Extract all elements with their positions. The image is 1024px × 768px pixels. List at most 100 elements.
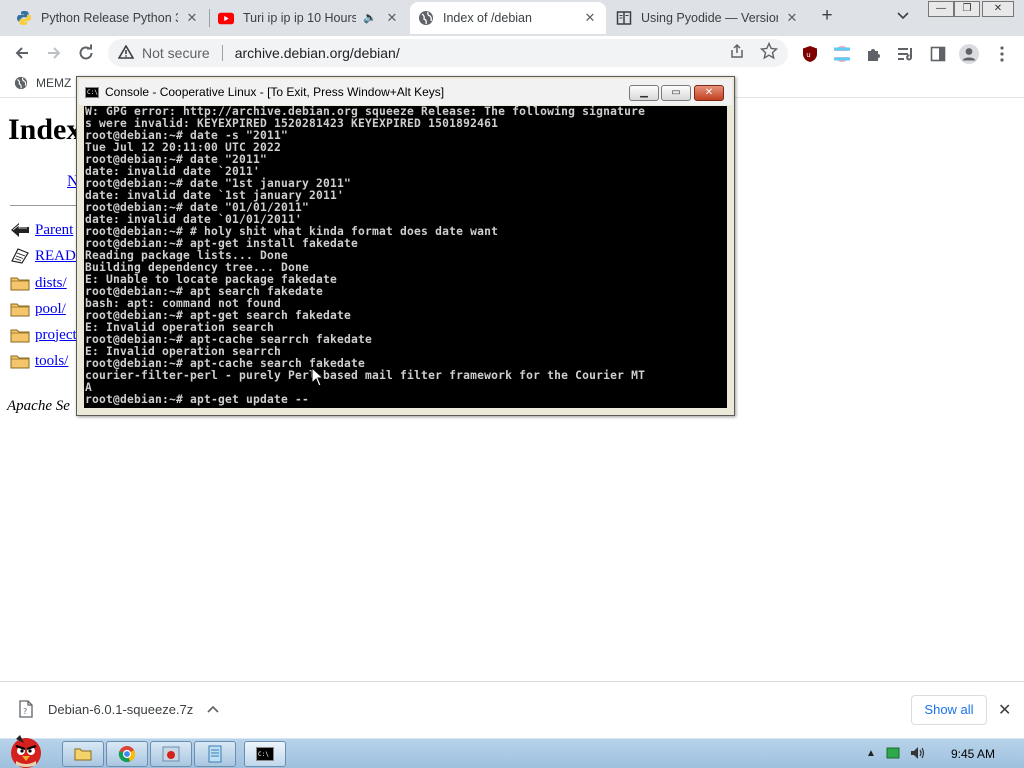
speaker-icon[interactable]: 🔈: [362, 10, 378, 26]
chrome-icon: [118, 746, 136, 763]
pool-link[interactable]: pool/: [35, 301, 66, 318]
list-item: project/: [10, 326, 81, 344]
project-link[interactable]: project/: [35, 327, 81, 344]
address-bar[interactable]: Not secure archive.debian.org/debian/: [108, 39, 788, 67]
bookmark-label: MEMZ: [36, 76, 72, 90]
download-item[interactable]: ? Debian-6.0.1-squeeze.7z: [18, 700, 219, 718]
tab-label: Using Pyodide — Version: [641, 11, 778, 25]
taskbar-notepad[interactable]: [194, 741, 236, 767]
parent-directory-link[interactable]: Parent: [35, 222, 73, 239]
dists-link[interactable]: dists/: [35, 275, 67, 292]
terminal-line: root@debian:~# apt-get update --: [85, 393, 310, 406]
globe-icon: [14, 76, 28, 90]
security-label[interactable]: Not secure: [142, 45, 210, 61]
tab-strip: Python Release Python 3. ✕ Turi ip ip ip…: [0, 0, 1024, 36]
reload-icon: [79, 44, 93, 60]
close-tab-icon[interactable]: ✕: [582, 10, 598, 26]
list-item: Parent: [10, 221, 73, 239]
tab-python-release[interactable]: Python Release Python 3. ✕: [8, 2, 208, 34]
kebab-menu-icon[interactable]: [992, 44, 1012, 64]
console-icon: C:\: [256, 747, 274, 761]
profile-avatar-icon[interactable]: [958, 43, 980, 65]
list-item: tools/: [10, 352, 68, 370]
tab-label: Python Release Python 3.: [41, 11, 178, 25]
extensions-puzzle-icon[interactable]: [864, 44, 884, 64]
minimize-window-button[interactable]: —: [928, 1, 954, 17]
close-tab-icon[interactable]: ✕: [784, 10, 800, 26]
python-icon: [16, 10, 32, 26]
tools-link[interactable]: tools/: [35, 353, 68, 370]
taskbar-chrome[interactable]: [106, 741, 148, 767]
media-control-icon[interactable]: [896, 44, 916, 64]
taskbar-clock[interactable]: 9:45 AM: [951, 747, 995, 761]
bookmark-memz[interactable]: MEMZ: [14, 76, 71, 90]
horizontal-rule: [10, 205, 80, 206]
folder-icon: [10, 303, 30, 317]
tab-label: Index of /debian: [443, 11, 532, 25]
notepad-icon: [208, 745, 222, 763]
pride-extension-icon[interactable]: [832, 44, 852, 64]
tab-index-of-debian[interactable]: Index of /debian ✕: [410, 2, 606, 34]
taskbar-explorer[interactable]: [62, 741, 104, 767]
divider: [221, 45, 223, 61]
forward-arrow-icon: [48, 47, 61, 59]
back-button[interactable]: [10, 41, 34, 65]
start-button[interactable]: [2, 731, 50, 768]
terminal-line: courier-filter-perl - purely Perl-based …: [85, 369, 646, 382]
console-window[interactable]: C:\ Console - Cooperative Linux - [To Ex…: [76, 76, 735, 416]
chevron-down-icon[interactable]: [896, 8, 914, 26]
list-item: pool/: [10, 300, 66, 318]
url-text[interactable]: archive.debian.org/debian/: [235, 45, 400, 61]
close-tab-icon[interactable]: ✕: [184, 10, 200, 26]
folder-icon: [10, 355, 30, 369]
side-panel-icon[interactable]: [928, 44, 948, 64]
svg-text:C:\: C:\: [258, 751, 269, 758]
reload-button[interactable]: [74, 41, 98, 65]
folder-icon: [10, 277, 30, 291]
angry-bird-icon: [11, 735, 41, 768]
download-bar: ? Debian-6.0.1-squeeze.7z Show all ✕: [0, 681, 1024, 738]
bookmark-star-icon[interactable]: [760, 42, 778, 60]
close-tab-icon[interactable]: ✕: [384, 10, 400, 26]
chevron-up-icon[interactable]: [207, 702, 219, 716]
console-app-icon: C:\: [85, 86, 99, 98]
maximize-window-button[interactable]: ❐: [954, 1, 980, 17]
battery-icon[interactable]: [886, 747, 900, 759]
share-icon[interactable]: [728, 42, 746, 60]
forward-button[interactable]: [42, 41, 66, 65]
taskbar-console[interactable]: C:\: [244, 741, 286, 767]
bird-app-icon: [162, 746, 180, 762]
youtube-icon: [218, 10, 234, 26]
svg-text:?: ?: [23, 707, 27, 716]
system-tray: ▲: [866, 746, 926, 760]
new-tab-button[interactable]: +: [816, 6, 838, 28]
show-all-downloads-button[interactable]: Show all: [911, 695, 987, 725]
list-item: dists/: [10, 274, 67, 292]
tab-label: Turi ip ip ip 10 Hours: [243, 11, 356, 25]
terminal-output[interactable]: W: GPG error: http://archive.debian.org …: [84, 106, 727, 408]
globe-icon: [418, 10, 434, 26]
warning-icon[interactable]: [117, 43, 136, 62]
taskbar-app-3[interactable]: [150, 741, 192, 767]
ublock-icon[interactable]: u: [800, 44, 820, 64]
mouse-cursor-icon: [311, 367, 325, 387]
console-maximize-button[interactable]: ▭: [661, 85, 691, 101]
close-window-button[interactable]: ✕: [982, 1, 1014, 17]
console-title: Console - Cooperative Linux - [To Exit, …: [105, 85, 445, 99]
folder-icon: [74, 748, 92, 761]
back-arrow-icon: [15, 47, 28, 59]
console-close-button[interactable]: ✕: [694, 85, 724, 101]
file-icon: ?: [19, 700, 33, 718]
back-arrow-icon: [11, 223, 29, 237]
tray-expand-icon[interactable]: ▲: [866, 748, 876, 759]
tab-youtube[interactable]: Turi ip ip ip 10 Hours 🔈 ✕: [210, 2, 408, 34]
text-file-icon: [11, 248, 29, 264]
volume-icon[interactable]: [910, 746, 926, 760]
taskbar: C:\ ▲ 9:45 AM: [0, 735, 1024, 768]
download-filename: Debian-6.0.1-squeeze.7z: [48, 701, 194, 717]
close-download-bar-icon[interactable]: ✕: [998, 700, 1011, 720]
console-minimize-button[interactable]: ▁: [629, 85, 659, 101]
server-signature: Apache Se: [7, 398, 70, 414]
tab-using-pyodide[interactable]: Using Pyodide — Version ✕: [608, 2, 808, 34]
svg-text:u: u: [806, 51, 810, 59]
